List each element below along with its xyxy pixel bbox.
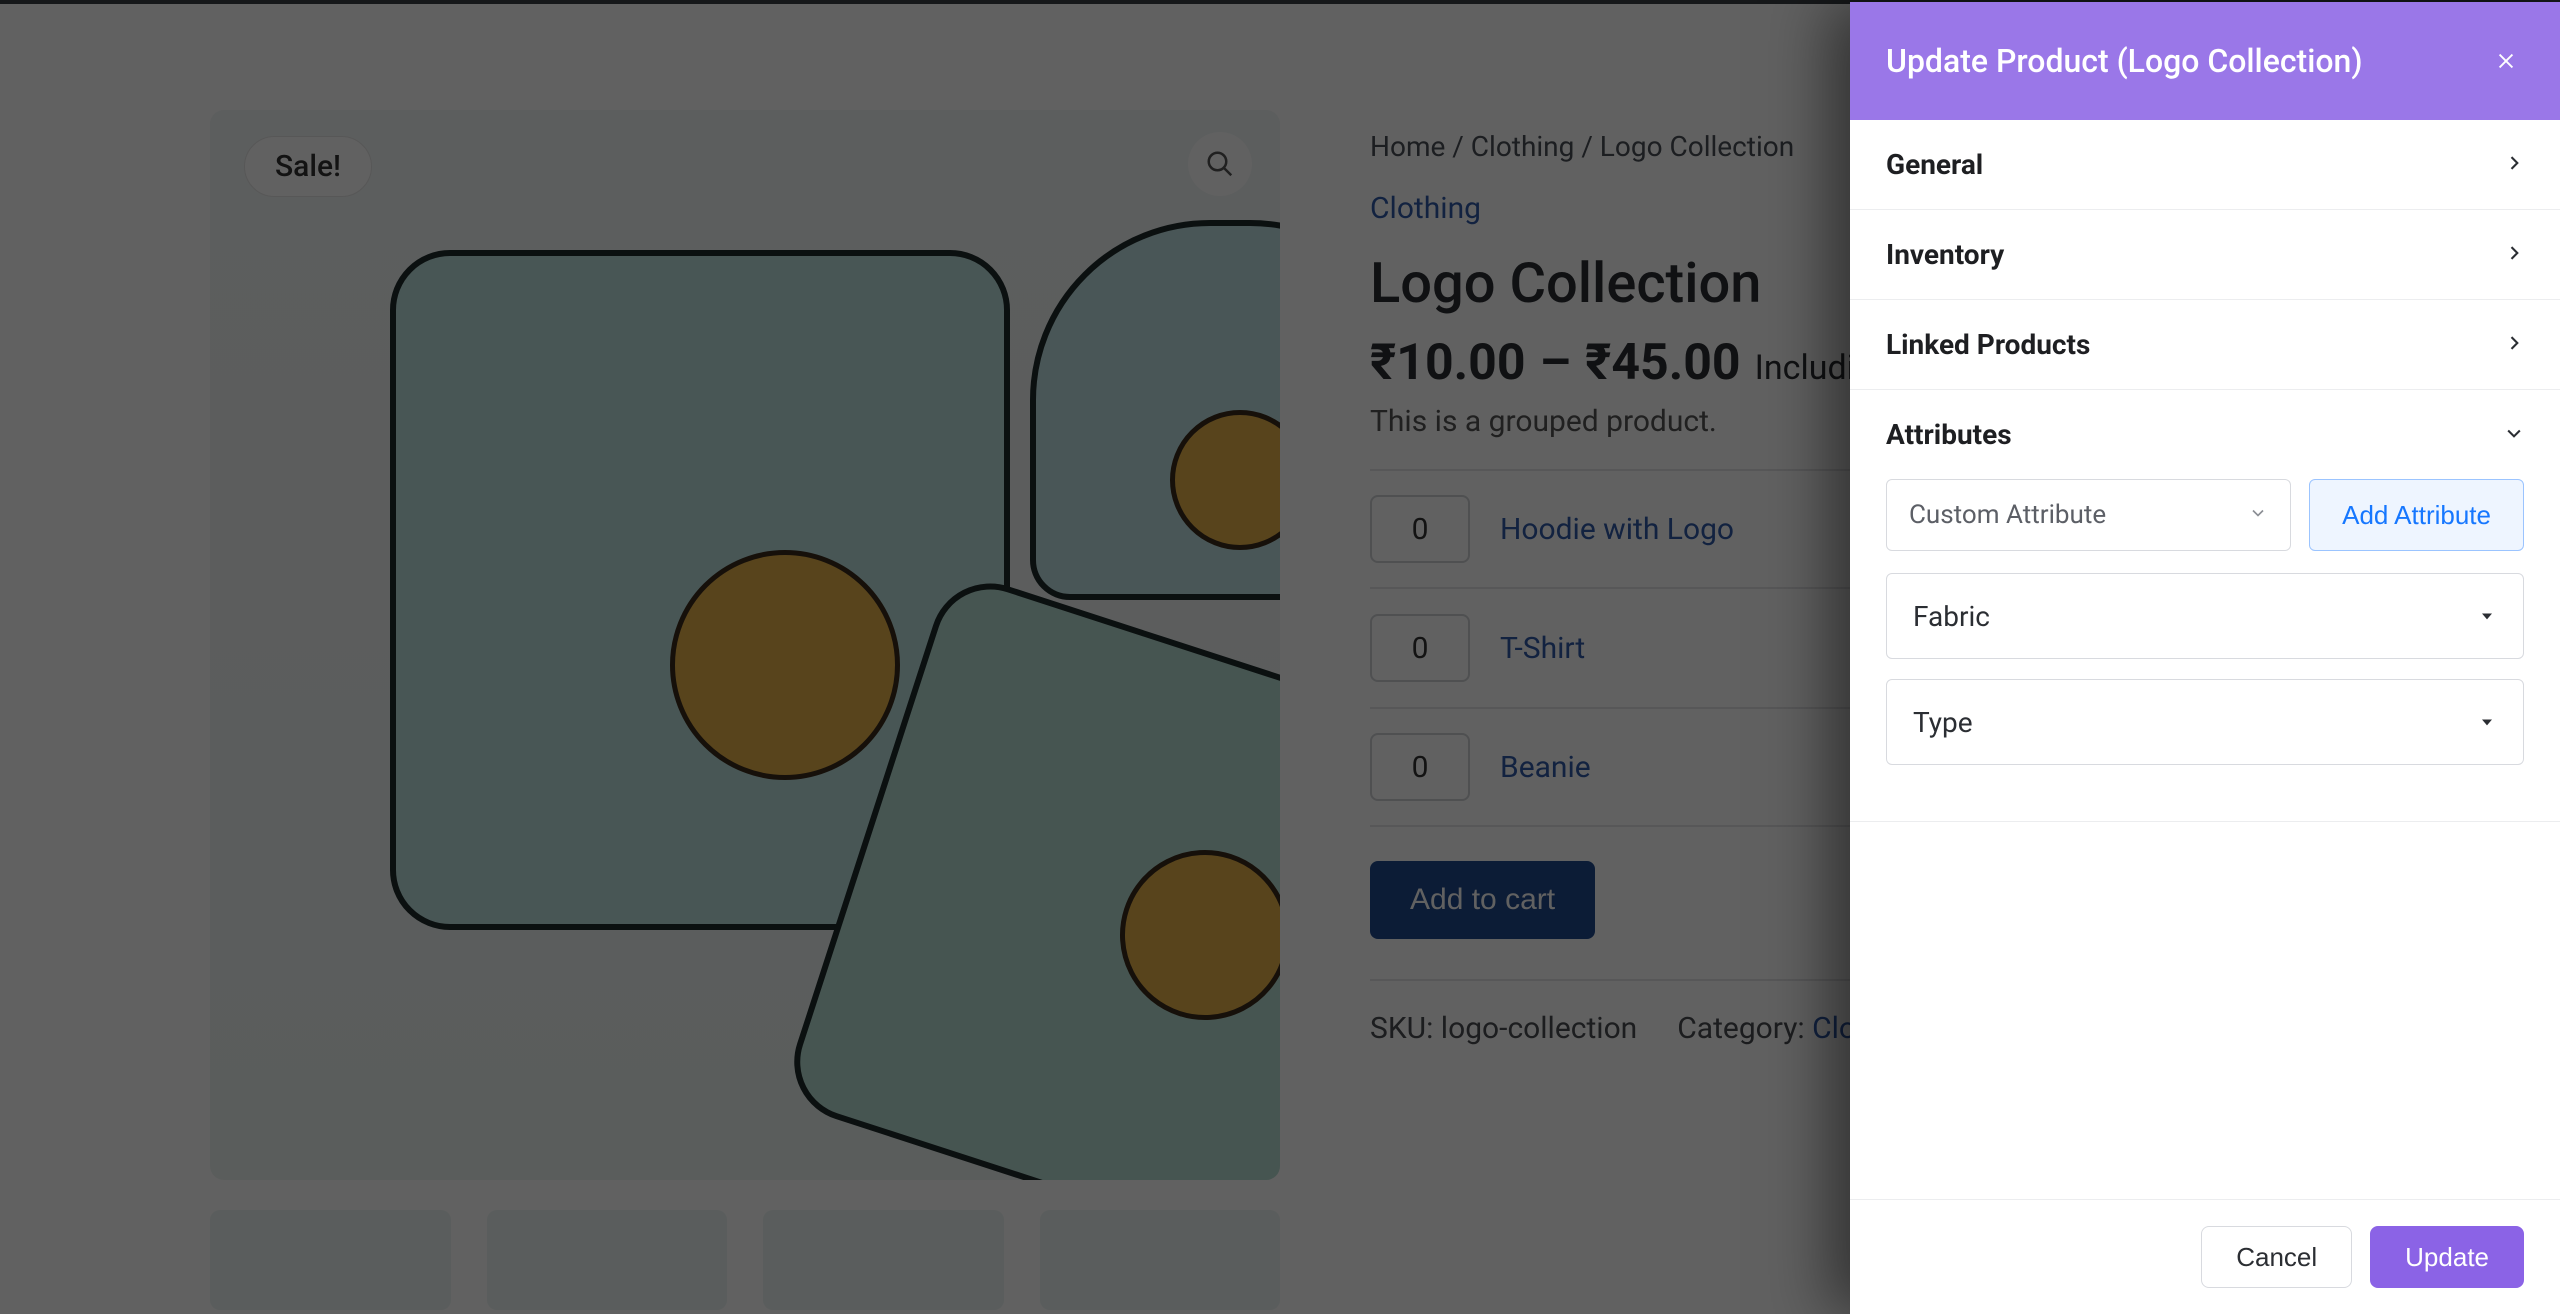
product-main-image: Sale!	[210, 110, 1280, 1180]
section-general[interactable]: General	[1850, 120, 2560, 210]
product-gallery: Sale!	[210, 110, 1280, 1310]
sale-badge: Sale!	[244, 136, 372, 197]
attribute-card-fabric[interactable]: Fabric	[1886, 573, 2524, 659]
section-label: Attributes	[1886, 418, 2012, 451]
chevron-right-icon	[2504, 333, 2524, 357]
attribute-select-label: Custom Attribute	[1909, 500, 2106, 530]
update-product-drawer: Update Product (Logo Collection) General…	[1850, 2, 2560, 1314]
quantity-stepper[interactable]: 0	[1370, 733, 1470, 801]
product-thumbnails	[210, 1210, 1280, 1310]
section-attributes[interactable]: Attributes	[1850, 390, 2560, 479]
section-label: Linked Products	[1886, 328, 2090, 361]
chevron-down-icon	[2504, 423, 2524, 447]
quantity-stepper[interactable]: 0	[1370, 614, 1470, 682]
attribute-card-label: Fabric	[1913, 600, 1990, 633]
attribute-card-label: Type	[1913, 706, 1973, 739]
category-link[interactable]: Clothing	[1370, 191, 1481, 226]
thumbnail[interactable]	[763, 1210, 1004, 1310]
sku-meta: SKU: logo-collection	[1370, 1011, 1637, 1046]
section-label: Inventory	[1886, 238, 2004, 271]
zoom-icon[interactable]	[1188, 132, 1252, 196]
attributes-body: Custom Attribute Add Attribute Fabric Ty…	[1850, 479, 2560, 822]
quantity-stepper[interactable]: 0	[1370, 495, 1470, 563]
add-attribute-button[interactable]: Add Attribute	[2309, 479, 2524, 551]
cancel-button[interactable]: Cancel	[2201, 1226, 2352, 1288]
attribute-type-select[interactable]: Custom Attribute	[1886, 479, 2291, 551]
drawer-title: Update Product (Logo Collection)	[1886, 42, 2363, 80]
thumbnail[interactable]	[210, 1210, 451, 1310]
add-to-cart-button[interactable]: Add to cart	[1370, 861, 1595, 939]
thumbnail[interactable]	[487, 1210, 728, 1310]
caret-down-icon	[2477, 600, 2497, 633]
section-linked-products[interactable]: Linked Products	[1850, 300, 2560, 390]
caret-down-icon	[2477, 706, 2497, 739]
attribute-card-type[interactable]: Type	[1886, 679, 2524, 765]
close-icon[interactable]	[2488, 43, 2524, 79]
thumbnail[interactable]	[1040, 1210, 1281, 1310]
chevron-down-icon	[2248, 500, 2268, 530]
section-label: General	[1886, 148, 1983, 181]
chevron-right-icon	[2504, 243, 2524, 267]
drawer-footer: Cancel Update	[1850, 1199, 2560, 1314]
chevron-right-icon	[2504, 153, 2524, 177]
section-inventory[interactable]: Inventory	[1850, 210, 2560, 300]
update-button[interactable]: Update	[2370, 1226, 2524, 1288]
drawer-header: Update Product (Logo Collection)	[1850, 2, 2560, 120]
